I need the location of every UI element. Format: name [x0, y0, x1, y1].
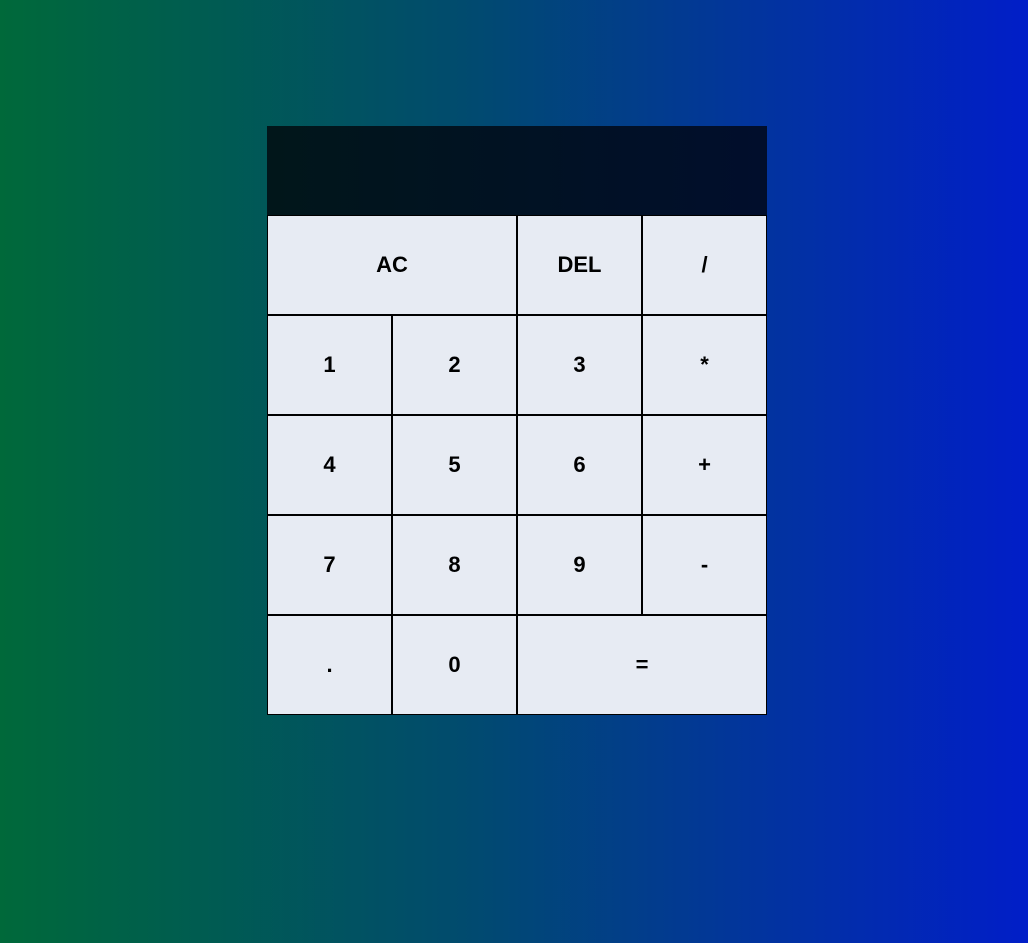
digit-6-button[interactable]: 6 [517, 415, 642, 515]
digit-1-button[interactable]: 1 [267, 315, 392, 415]
equals-button[interactable]: = [517, 615, 767, 715]
digit-8-button[interactable]: 8 [392, 515, 517, 615]
delete-button[interactable]: DEL [517, 215, 642, 315]
calculator: AC DEL / 1 2 3 * 4 5 6 + 7 8 9 - . 0 = [267, 126, 767, 715]
subtract-button[interactable]: - [642, 515, 767, 615]
digit-9-button[interactable]: 9 [517, 515, 642, 615]
calculator-display [267, 126, 767, 215]
all-clear-button[interactable]: AC [267, 215, 517, 315]
decimal-button[interactable]: . [267, 615, 392, 715]
digit-3-button[interactable]: 3 [517, 315, 642, 415]
digit-5-button[interactable]: 5 [392, 415, 517, 515]
digit-2-button[interactable]: 2 [392, 315, 517, 415]
digit-4-button[interactable]: 4 [267, 415, 392, 515]
multiply-button[interactable]: * [642, 315, 767, 415]
digit-7-button[interactable]: 7 [267, 515, 392, 615]
digit-0-button[interactable]: 0 [392, 615, 517, 715]
add-button[interactable]: + [642, 415, 767, 515]
divide-button[interactable]: / [642, 215, 767, 315]
